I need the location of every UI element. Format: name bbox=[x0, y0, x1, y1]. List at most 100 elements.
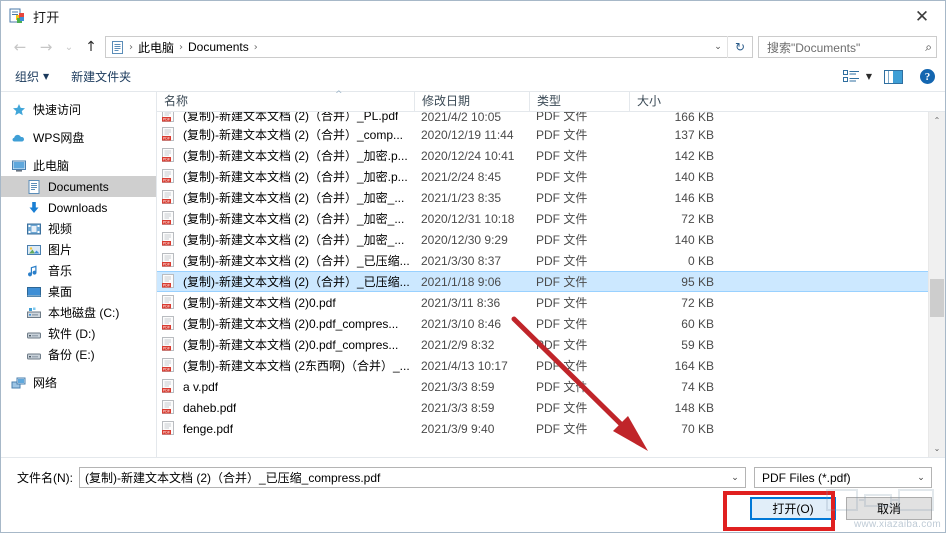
filename-input[interactable]: (复制)-新建文本文档 (2)（合并）_已压缩_compress.pdf ⌄ bbox=[79, 467, 746, 488]
dialog-footer: 文件名(N): (复制)-新建文本文档 (2)（合并）_已压缩_compress… bbox=[1, 457, 945, 532]
column-header-name[interactable]: 名称 bbox=[157, 92, 414, 111]
file-name-text: (复制)-新建文本文档 (2)（合并）_加密_... bbox=[183, 191, 405, 205]
sidebar-item-label: WPS网盘 bbox=[33, 131, 85, 145]
search-icon: ⌕ bbox=[925, 39, 932, 54]
sidebar-item-WPS网盘[interactable]: WPS网盘 bbox=[1, 127, 156, 148]
sidebar-item-Documents[interactable]: Documents bbox=[1, 176, 156, 197]
sidebar-item-视频[interactable]: 视频 bbox=[1, 218, 156, 239]
close-button[interactable]: ✕ bbox=[899, 1, 945, 32]
chevron-down-icon[interactable]: ⌄ bbox=[727, 473, 743, 483]
file-name-text: (复制)-新建文本文档 (2)（合并）_PL.pdf bbox=[183, 112, 399, 123]
table-row[interactable]: PDF (复制)-新建文本文档 (2)0.pdf_compres... 2021/2… bbox=[157, 334, 928, 355]
pdf-file-icon: PDF bbox=[162, 127, 176, 142]
sidebar-item-label: 音乐 bbox=[48, 264, 73, 278]
svg-text:PDF: PDF bbox=[163, 326, 171, 330]
file-name-text: (复制)-新建文本文档 (2)0.pdf_compres... bbox=[183, 317, 399, 331]
sidebar-item-音乐[interactable]: 音乐 bbox=[1, 260, 156, 281]
svg-text:PDF: PDF bbox=[163, 347, 171, 351]
file-name-text: fenge.pdf bbox=[183, 421, 234, 436]
svg-text:PDF: PDF bbox=[163, 158, 171, 162]
chevron-down-icon[interactable]: ⌄ bbox=[59, 35, 79, 59]
sidebar-item-label: 备份 (E:) bbox=[48, 348, 95, 362]
table-row[interactable]: PDF (复制)-新建文本文档 (2)0.pdf 2021/3/11 8:36 PDF… bbox=[157, 292, 928, 313]
table-row[interactable]: PDF (复制)-新建文本文档 (2)（合并）_已压缩... 2021/1/18 9… bbox=[157, 271, 928, 292]
arrow-right-icon[interactable]: → bbox=[33, 35, 59, 59]
open-button[interactable]: 打开(O) bbox=[750, 497, 836, 520]
pdf-file-icon: PDF bbox=[162, 148, 176, 163]
vertical-scrollbar[interactable]: ⌃ ⌄ bbox=[928, 112, 945, 457]
table-row[interactable]: PDF (复制)-新建文本文档 (2)（合并）_已压缩... 2021/3/30 8… bbox=[157, 250, 928, 271]
file-size-cell: 74 KB bbox=[681, 379, 714, 394]
scrollbar-thumb[interactable] bbox=[930, 279, 944, 317]
wps-document-icon bbox=[9, 8, 26, 25]
table-row[interactable]: PDF (复制)-新建文本文档 (2)0.pdf_compres... 2021/3… bbox=[157, 313, 928, 334]
sidebar-item-桌面[interactable]: 桌面 bbox=[1, 281, 156, 302]
file-type-filter-select[interactable]: PDF Files (*.pdf) ⌄ bbox=[754, 467, 932, 488]
sidebar-item-label: 网络 bbox=[33, 376, 58, 390]
breadcrumb-item-0[interactable]: 此电脑 bbox=[135, 39, 177, 56]
file-date-cell: 2021/4/2 10:05 bbox=[421, 112, 502, 124]
breadcrumb-item-1[interactable]: Documents bbox=[185, 40, 252, 54]
sidebar-item-软件 (D:)[interactable]: 软件 (D:) bbox=[1, 323, 156, 344]
table-row[interactable]: PDF (复制)-新建文本文档 (2)（合并）_加密_... 2020/12/30 … bbox=[157, 229, 928, 250]
sidebar-item-本地磁盘 (C:)[interactable]: 本地磁盘 (C:) bbox=[1, 302, 156, 323]
column-header-size[interactable]: 大小 bbox=[629, 92, 717, 111]
table-row[interactable]: PDF (复制)-新建文本文档 (2)（合并）_comp... 2020/12/19… bbox=[157, 124, 928, 145]
refresh-icon[interactable]: ↻ bbox=[727, 36, 752, 58]
chevron-down-icon[interactable]: ⌄ bbox=[913, 473, 929, 483]
scroll-down-button[interactable]: ⌄ bbox=[929, 440, 945, 457]
pdf-file-icon: PDF bbox=[162, 190, 176, 205]
search-input[interactable]: 搜索"Documents" ⌕ bbox=[758, 36, 937, 58]
file-date-cell: 2021/1/18 9:06 bbox=[421, 274, 502, 289]
table-row[interactable]: PDF fenge.pdf 2021/3/9 9:40 PDF 文件 70 KB bbox=[157, 418, 928, 439]
sidebar-item-快速访问[interactable]: 快速访问 bbox=[1, 99, 156, 120]
pdf-file-icon: PDF bbox=[162, 112, 176, 123]
help-icon[interactable]: ? bbox=[920, 69, 935, 84]
table-row[interactable]: PDF daheb.pdf 2021/3/3 8:59 PDF 文件 148 KB bbox=[157, 397, 928, 418]
organize-button[interactable]: 组织 ▼ bbox=[15, 68, 49, 85]
sidebar-item-备份 (E:)[interactable]: 备份 (E:) bbox=[1, 344, 156, 365]
sidebar-item-label: 本地磁盘 (C:) bbox=[48, 306, 120, 320]
file-type-cell: PDF 文件 bbox=[536, 338, 588, 352]
file-name-cell: PDF (复制)-新建文本文档 (2东西啊)（合并）_... bbox=[157, 357, 421, 374]
list-view-icon[interactable] bbox=[842, 70, 860, 83]
file-name-text: (复制)-新建文本文档 (2)（合并）_comp... bbox=[183, 128, 404, 142]
chevron-down-icon[interactable]: ▼ bbox=[866, 72, 872, 81]
sidebar-item-label: 软件 (D:) bbox=[48, 327, 96, 341]
svg-text:PDF: PDF bbox=[163, 179, 171, 183]
sidebar-item-图片[interactable]: 图片 bbox=[1, 239, 156, 260]
table-row[interactable]: PDF (复制)-新建文本文档 (2)（合并）_加密_... 2020/12/31 … bbox=[157, 208, 928, 229]
file-type-cell: PDF 文件 bbox=[536, 422, 588, 436]
table-row[interactable]: PDF (复制)-新建文本文档 (2东西啊)（合并）_... 2021/4/13 1… bbox=[157, 355, 928, 376]
sidebar-item-Downloads[interactable]: Downloads bbox=[1, 197, 156, 218]
scrollbar-track[interactable] bbox=[929, 129, 945, 440]
table-row[interactable]: PDF (复制)-新建文本文档 (2)（合并）_PL.pdf 2021/4/2 10… bbox=[157, 112, 928, 124]
table-row[interactable]: PDF (复制)-新建文本文档 (2)（合并）_加密.p... 2021/2/24 … bbox=[157, 166, 928, 187]
chevron-down-icon[interactable]: ⌄ bbox=[709, 42, 727, 52]
sidebar-item-此电脑[interactable]: 此电脑 bbox=[1, 155, 156, 176]
sidebar-item-网络[interactable]: 网络 bbox=[1, 372, 156, 393]
pdf-file-icon: PDF bbox=[162, 169, 176, 184]
file-type-cell: PDF 文件 bbox=[536, 233, 588, 247]
column-header-type[interactable]: 类型 bbox=[529, 92, 629, 111]
table-row[interactable]: PDF (复制)-新建文本文档 (2)（合并）_加密_... 2021/1/23 8… bbox=[157, 187, 928, 208]
pdf-file-icon: PDF bbox=[162, 274, 176, 289]
breadcrumb[interactable]: › 此电脑 › Documents › ⌄ ↻ bbox=[105, 36, 753, 58]
file-list: PDF (复制)-新建文本文档 (2)（合并）_PL.pdf 2021/4/2 10… bbox=[157, 112, 928, 457]
preview-pane-icon[interactable] bbox=[884, 69, 903, 84]
file-name-text: (复制)-新建文本文档 (2)（合并）_加密.p... bbox=[183, 149, 408, 163]
drive-icon bbox=[26, 347, 42, 363]
pdf-file-icon: PDF bbox=[162, 253, 176, 268]
network-icon bbox=[11, 375, 27, 391]
file-date-cell: 2020/12/19 11:44 bbox=[421, 127, 514, 142]
table-row[interactable]: PDF a v.pdf 2021/3/3 8:59 PDF 文件 74 KB bbox=[157, 376, 928, 397]
pdf-file-icon: PDF bbox=[162, 421, 176, 436]
table-row[interactable]: PDF (复制)-新建文本文档 (2)（合并）_加密.p... 2020/12/24… bbox=[157, 145, 928, 166]
arrow-left-icon[interactable]: ← bbox=[7, 35, 33, 59]
arrow-up-icon[interactable]: ↑ bbox=[79, 35, 103, 59]
file-name-cell: PDF daheb.pdf bbox=[157, 400, 421, 415]
column-header-date[interactable]: 修改日期 bbox=[414, 92, 529, 111]
file-type-cell: PDF 文件 bbox=[536, 170, 588, 184]
scroll-up-button[interactable]: ⌃ bbox=[929, 112, 945, 129]
new-folder-button[interactable]: 新建文件夹 bbox=[71, 68, 131, 85]
